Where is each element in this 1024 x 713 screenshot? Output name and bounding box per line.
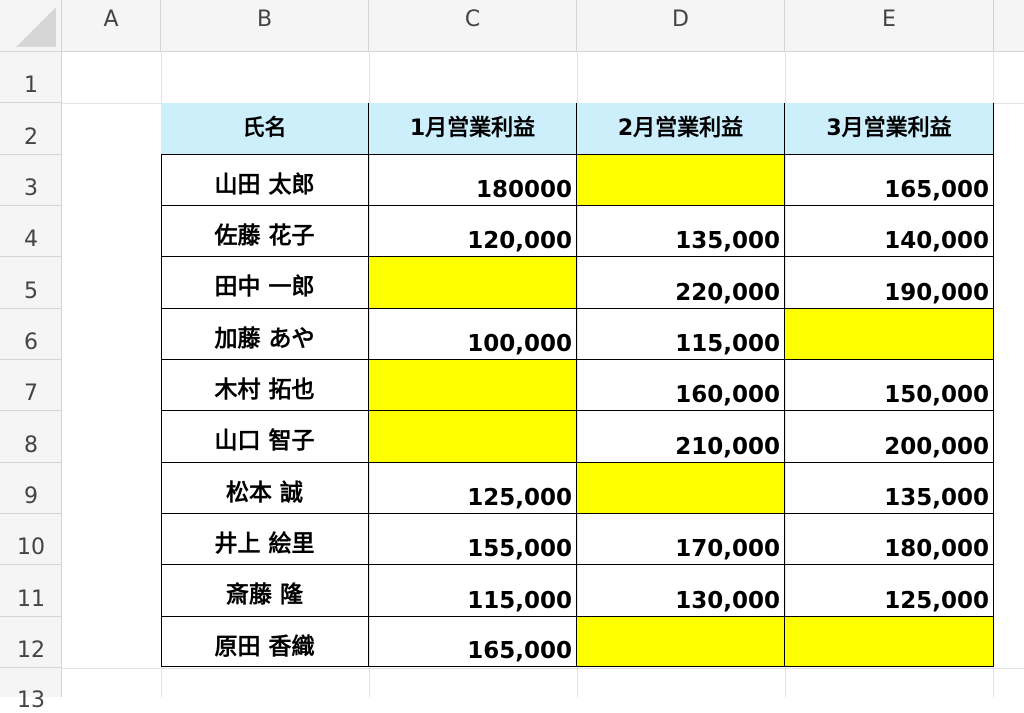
cell-january-profit[interactable]	[369, 411, 577, 463]
cell-march-profit[interactable]	[785, 617, 994, 667]
column-header-a[interactable]: A	[62, 0, 161, 52]
cell-february-profit[interactable]	[577, 463, 785, 514]
cell-name[interactable]: 山口 智子	[161, 411, 369, 463]
cell-february-profit[interactable]: 210,000	[577, 411, 785, 463]
cell-march-profit[interactable]	[785, 309, 994, 360]
row-header-6[interactable]: 6	[0, 309, 62, 360]
select-all-corner[interactable]	[0, 0, 62, 52]
row-header-7[interactable]: 7	[0, 360, 62, 411]
cell-january-profit[interactable]: 155,000	[369, 514, 577, 565]
cell-january-profit[interactable]: 180000	[369, 155, 577, 206]
cell-name[interactable]: 斎藤 隆	[161, 565, 369, 617]
cell-value: 155,000	[467, 536, 572, 562]
cell-march-profit[interactable]: 135,000	[785, 463, 994, 514]
row-header-12[interactable]: 12	[0, 617, 62, 668]
cell-february-profit[interactable]: 135,000	[577, 206, 785, 257]
cell-name[interactable]: 山田 太郎	[161, 155, 369, 206]
cell-january-profit[interactable]: 165,000	[369, 617, 577, 667]
cell-february-profit[interactable]: 115,000	[577, 309, 785, 360]
cell-value: 165,000	[467, 638, 572, 664]
cell-name[interactable]: 原田 香織	[161, 617, 369, 667]
cell-value: 190,000	[884, 280, 989, 306]
column-header-c[interactable]: C	[369, 0, 577, 52]
cell-march-profit[interactable]: 150,000	[785, 360, 994, 411]
row-header-bar: 1 2 3 4 5 6 7 8 9 10 11 12 13	[0, 52, 62, 713]
cell-january-profit[interactable]: 120,000	[369, 206, 577, 257]
row-header-13[interactable]: 13	[0, 668, 62, 713]
cell-value: 200,000	[884, 434, 989, 460]
cell-name[interactable]: 松本 誠	[161, 463, 369, 514]
row-header-8[interactable]: 8	[0, 411, 62, 463]
cell-february-profit[interactable]	[577, 617, 785, 667]
cell-value: 135,000	[675, 228, 780, 254]
header-cell-name[interactable]: 氏名	[161, 103, 369, 155]
column-header-bar: A B C D E	[0, 0, 1024, 52]
cell-january-profit[interactable]	[369, 360, 577, 411]
header-cell-february-profit[interactable]: 2月営業利益	[577, 103, 785, 155]
cell-value: 115,000	[467, 588, 572, 614]
cell-february-profit[interactable]: 160,000	[577, 360, 785, 411]
cell-february-profit[interactable]: 220,000	[577, 257, 785, 309]
column-header-d[interactable]: D	[577, 0, 785, 52]
cell-january-profit[interactable]	[369, 257, 577, 309]
row-header-5[interactable]: 5	[0, 257, 62, 309]
cell-value: 140,000	[884, 228, 989, 254]
cell-march-profit[interactable]: 140,000	[785, 206, 994, 257]
cell-value: 130,000	[675, 588, 780, 614]
cell-march-profit[interactable]: 200,000	[785, 411, 994, 463]
cell-name[interactable]: 木村 拓也	[161, 360, 369, 411]
gridline	[62, 668, 1024, 669]
cell-value: 170,000	[675, 536, 780, 562]
cell-february-profit[interactable]: 170,000	[577, 514, 785, 565]
cell-march-profit[interactable]: 190,000	[785, 257, 994, 309]
header-cell-march-profit[interactable]: 3月営業利益	[785, 103, 994, 155]
cell-march-profit[interactable]: 125,000	[785, 565, 994, 617]
row-header-9[interactable]: 9	[0, 463, 62, 514]
row-header-10[interactable]: 10	[0, 514, 62, 565]
column-header-e[interactable]: E	[785, 0, 994, 52]
cell-march-profit[interactable]: 165,000	[785, 155, 994, 206]
cell-name[interactable]: 加藤 あや	[161, 309, 369, 360]
cell-value: 165,000	[884, 177, 989, 203]
cell-value: 100,000	[467, 331, 572, 357]
cell-value: 125,000	[467, 485, 572, 511]
cell-name[interactable]: 井上 絵里	[161, 514, 369, 565]
cell-value: 115,000	[675, 331, 780, 357]
cell-name[interactable]: 田中 一郎	[161, 257, 369, 309]
cell-value: 210,000	[675, 434, 780, 460]
cell-january-profit[interactable]: 125,000	[369, 463, 577, 514]
cell-value: 125,000	[884, 588, 989, 614]
cell-january-profit[interactable]: 100,000	[369, 309, 577, 360]
row-header-3[interactable]: 3	[0, 155, 62, 206]
row-header-2[interactable]: 2	[0, 103, 62, 155]
cell-value: 220,000	[675, 280, 780, 306]
row-header-11[interactable]: 11	[0, 565, 62, 617]
cell-march-profit[interactable]: 180,000	[785, 514, 994, 565]
row-header-4[interactable]: 4	[0, 206, 62, 257]
cell-name[interactable]: 佐藤 花子	[161, 206, 369, 257]
select-all-triangle-icon	[16, 7, 56, 47]
header-cell-january-profit[interactable]: 1月営業利益	[369, 103, 577, 155]
cell-value: 180000	[475, 177, 572, 203]
cell-value: 135,000	[884, 485, 989, 511]
cell-value: 180,000	[884, 536, 989, 562]
cell-february-profit[interactable]: 130,000	[577, 565, 785, 617]
cell-value: 150,000	[884, 382, 989, 408]
column-header-b[interactable]: B	[161, 0, 369, 52]
cell-january-profit[interactable]: 115,000	[369, 565, 577, 617]
cell-value: 160,000	[675, 382, 780, 408]
cell-value: 120,000	[467, 228, 572, 254]
row-header-1[interactable]: 1	[0, 52, 62, 103]
cell-february-profit[interactable]	[577, 155, 785, 206]
